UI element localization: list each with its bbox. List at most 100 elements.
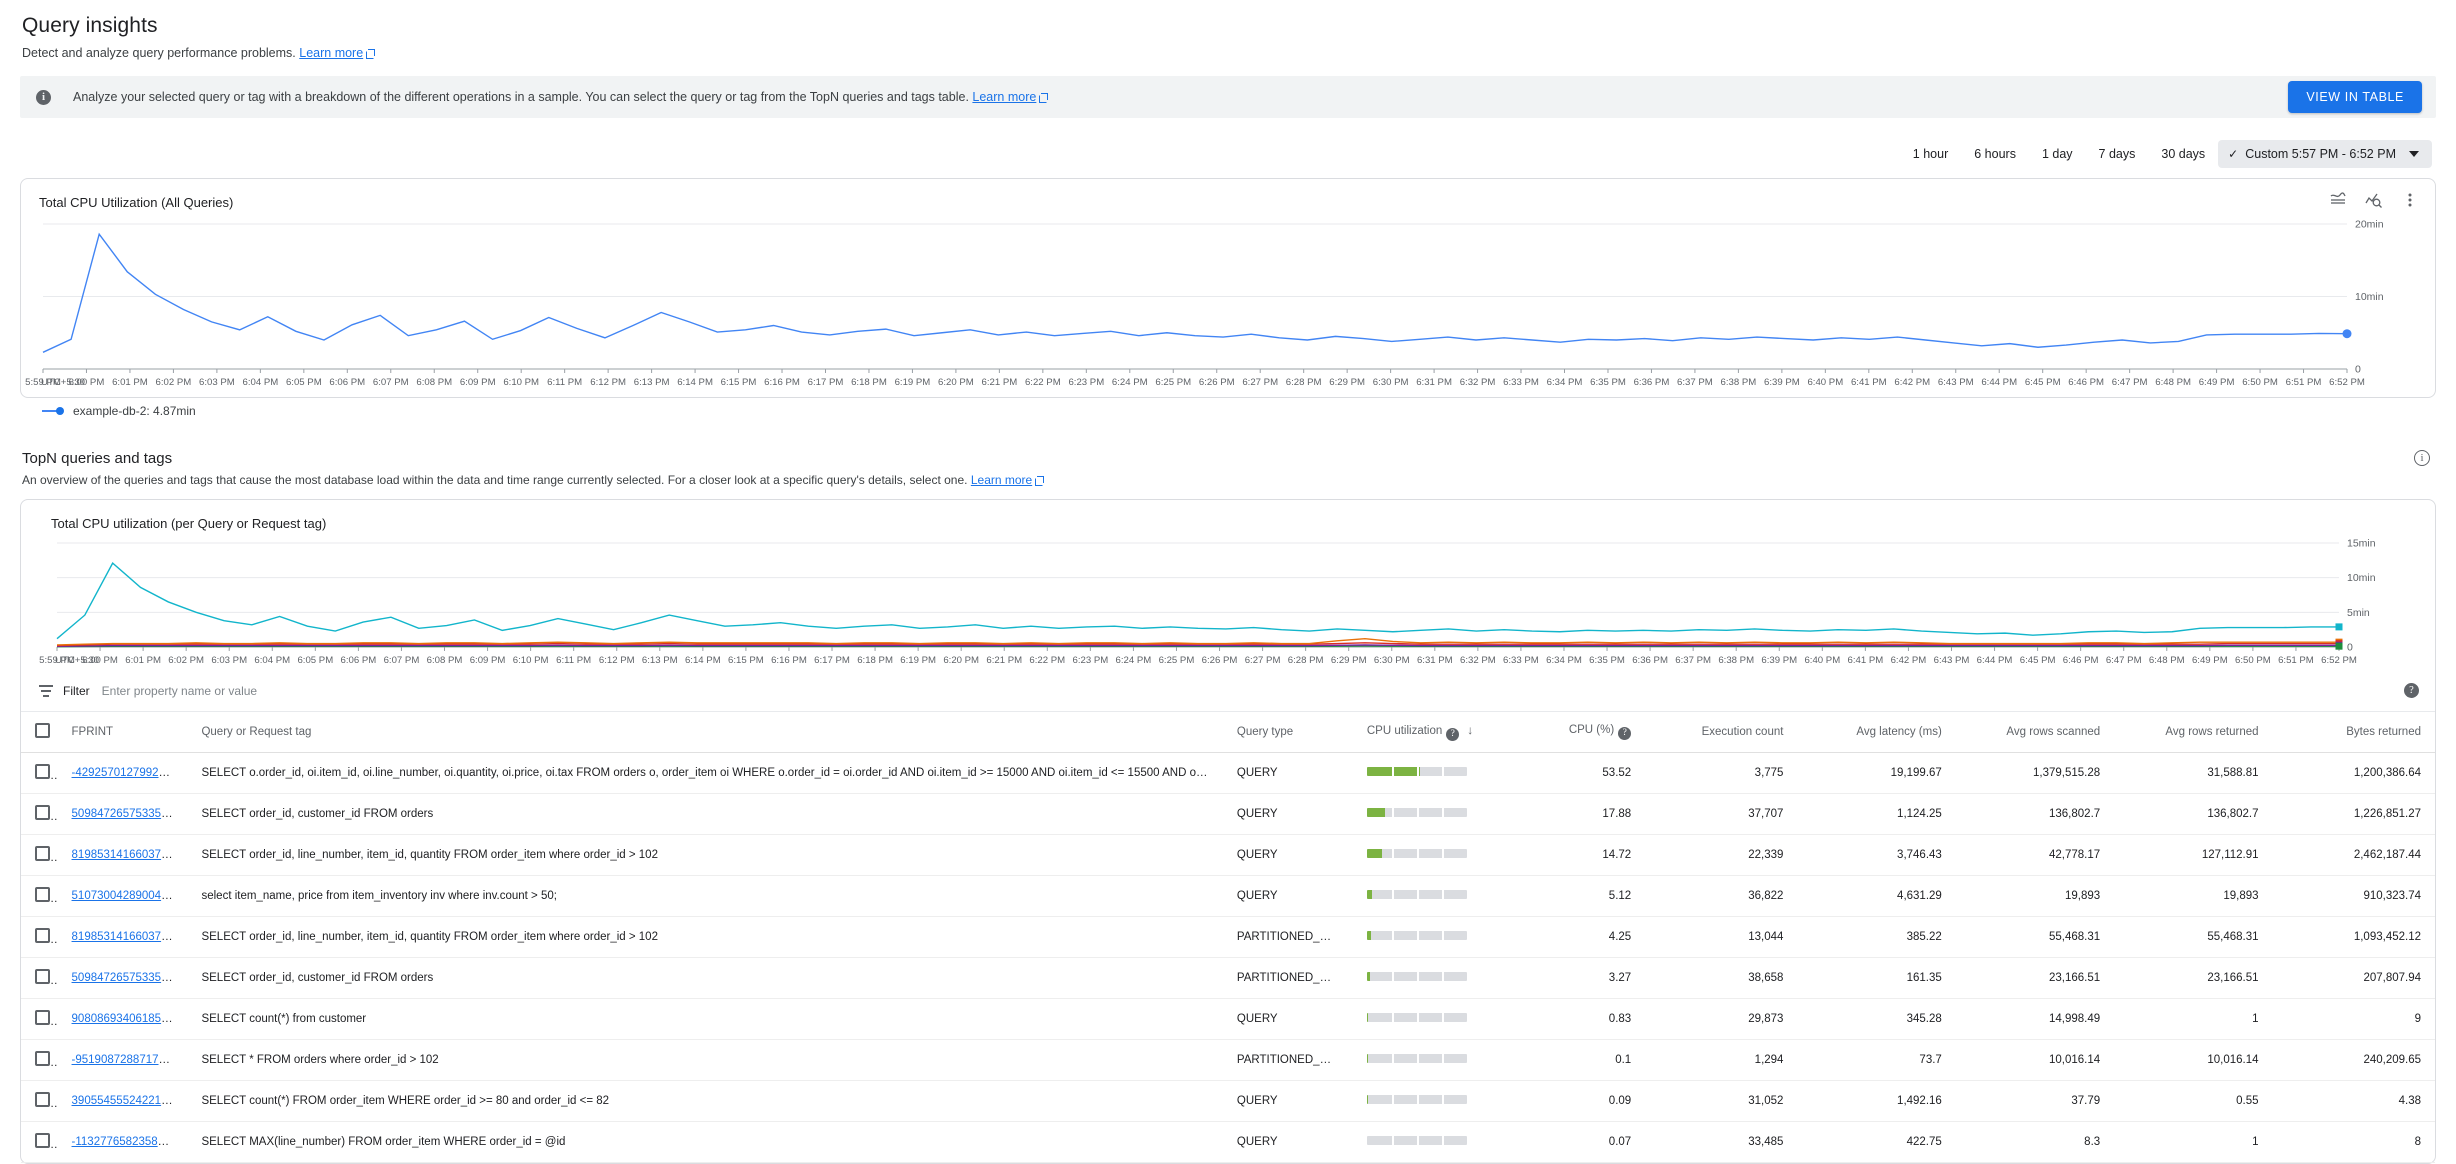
cell-fprint: -4292570127992091549 — [57, 752, 188, 794]
col-cpu-utilization[interactable]: CPU utilization? ↓ — [1352, 712, 1532, 753]
svg-text:6:31 PM: 6:31 PM — [1417, 655, 1453, 666]
filter-help-icon[interactable]: ? — [2404, 683, 2419, 698]
svg-text:6:49 PM: 6:49 PM — [2192, 655, 2228, 666]
cell-query-type: PARTITIONED_QUERY — [1222, 916, 1353, 958]
fprint-link[interactable]: 3905545552422189746 — [72, 1095, 188, 1107]
banner-learn-more-link[interactable]: Learn more — [972, 90, 1036, 104]
table-row[interactable]: 8198531416603786626 SELECT order_id, line… — [21, 916, 2435, 958]
svg-text:6:10 PM: 6:10 PM — [503, 377, 539, 388]
svg-text:6:50 PM: 6:50 PM — [2235, 655, 2271, 666]
filter-icon — [39, 685, 53, 697]
row-checkbox[interactable] — [35, 1133, 50, 1148]
page-title: Query insights — [22, 14, 158, 37]
row-checkbox[interactable] — [35, 764, 50, 779]
table-row[interactable]: 9080869340618588324 SELECT count(*) from … — [21, 998, 2435, 1040]
svg-text:6:28 PM: 6:28 PM — [1286, 377, 1322, 388]
time-range-1-day[interactable]: 1 day — [2029, 140, 2086, 168]
fprint-link[interactable]: 8198531416603786626 — [72, 849, 188, 861]
topn-subtitle-text: An overview of the queries and tags that… — [22, 473, 968, 487]
fprint-link[interactable]: 9080869340618588324 — [72, 1013, 188, 1025]
view-in-table-button[interactable]: VIEW IN TABLE — [2288, 81, 2422, 113]
svg-text:6:14 PM: 6:14 PM — [685, 655, 721, 666]
chart-style-icon[interactable] — [2327, 189, 2349, 211]
table-row[interactable]: 8198531416603786626 SELECT order_id, line… — [21, 834, 2435, 876]
col-avg-latency[interactable]: Avg latency (ms) — [1797, 712, 1956, 753]
fprint-link[interactable]: 5098472657533528601 — [72, 808, 188, 820]
cell-execution-count: 1,294 — [1645, 1039, 1798, 1081]
time-range-1-hour[interactable]: 1 hour — [1900, 140, 1961, 168]
cpu-utilization-bar — [1366, 1054, 1467, 1063]
table-row[interactable]: 3905545552422189746 SELECT count(*) FROM … — [21, 1080, 2435, 1122]
row-checkbox[interactable] — [35, 805, 50, 820]
topn-info-icon[interactable]: i — [2414, 450, 2430, 466]
time-range-7-days[interactable]: 7 days — [2086, 140, 2149, 168]
cell-query-type: QUERY — [1222, 875, 1353, 917]
col-cpu-pct[interactable]: CPU (%)? — [1531, 712, 1646, 753]
row-checkbox[interactable] — [35, 887, 50, 902]
fprint-link[interactable]: 5107300428900477939 — [72, 890, 188, 902]
cell-avg-rows-scanned: 42,778.17 — [1955, 834, 2115, 876]
row-select-cell — [21, 793, 58, 835]
svg-text:6:34 PM: 6:34 PM — [1546, 655, 1582, 666]
info-banner-message: Analyze your selected query or tag with … — [73, 90, 969, 104]
svg-text:6:17 PM: 6:17 PM — [814, 655, 850, 666]
fprint-link[interactable]: -1132776582358413417 — [72, 1136, 188, 1148]
svg-text:6:35 PM: 6:35 PM — [1589, 655, 1625, 666]
cell-avg-rows-scanned: 23,166.51 — [1955, 957, 2115, 999]
col-fprint[interactable]: FPRINT — [57, 712, 188, 753]
svg-text:6:09 PM: 6:09 PM — [470, 655, 506, 666]
time-range-30-days[interactable]: 30 days — [2148, 140, 2218, 168]
svg-text:6:35 PM: 6:35 PM — [1590, 377, 1626, 388]
help-icon[interactable]: ? — [1618, 727, 1632, 740]
table-row[interactable]: -4292570127992091549 SELECT o.order_id, o… — [21, 752, 2435, 794]
svg-text:6:12 PM: 6:12 PM — [599, 655, 635, 666]
row-checkbox[interactable] — [35, 1010, 50, 1025]
filter-input[interactable] — [99, 683, 2427, 699]
col-avg-rows-returned[interactable]: Avg rows returned — [2114, 712, 2273, 753]
svg-text:6:44 PM: 6:44 PM — [1977, 655, 2013, 666]
chart-zoom-icon[interactable] — [2363, 189, 2385, 211]
cell-cpu-bar — [1352, 998, 1532, 1040]
chart2-plot[interactable]: 0 5min 10min 15min 5:59 PM 6:00 PM 6:01 PM 6:02… — [21, 531, 2435, 671]
table-row[interactable]: 5107300428900477939 select item_name, pri… — [21, 875, 2435, 917]
svg-text:6:27 PM: 6:27 PM — [1245, 655, 1281, 666]
fprint-link[interactable]: -4292570127992091549 — [72, 767, 188, 779]
row-checkbox[interactable] — [35, 1092, 50, 1107]
row-checkbox[interactable] — [35, 1051, 50, 1066]
col-bytes-returned[interactable]: Bytes returned — [2272, 712, 2435, 753]
fprint-link[interactable]: 8198531416603786626 — [72, 931, 188, 943]
table-row[interactable]: 5098472657533528601 SELECT order_id, cust… — [21, 957, 2435, 999]
sort-desc-icon[interactable]: ↓ — [1467, 723, 1473, 737]
time-range-6-hours[interactable]: 6 hours — [1961, 140, 2029, 168]
svg-text:6:23 PM: 6:23 PM — [1072, 655, 1108, 666]
external-link-icon — [366, 49, 376, 59]
row-checkbox[interactable] — [35, 846, 50, 861]
table-row[interactable]: 5098472657533528601 SELECT order_id, cust… — [21, 793, 2435, 835]
help-icon[interactable]: ? — [1446, 728, 1460, 741]
cell-avg-latency: 19,199.67 — [1797, 752, 1956, 794]
col-execution-count[interactable]: Execution count — [1645, 712, 1798, 753]
svg-text:6:42 PM: 6:42 PM — [1891, 655, 1927, 666]
table-row[interactable]: -1132776582358413417 SELECT MAX(line_numb… — [21, 1121, 2435, 1163]
svg-text:6:38 PM: 6:38 PM — [1721, 377, 1757, 388]
fprint-link[interactable]: 5098472657533528601 — [72, 972, 188, 984]
cell-execution-count: 29,873 — [1645, 998, 1798, 1040]
more-options-icon[interactable] — [2399, 189, 2421, 211]
fprint-link[interactable]: -951908728871702374 — [72, 1054, 188, 1066]
col-query-type[interactable]: Query type — [1222, 712, 1353, 753]
cpu-utilization-bar — [1366, 849, 1467, 858]
svg-text:0: 0 — [2347, 642, 2353, 654]
topn-learn-more-link[interactable]: Learn more — [971, 473, 1032, 487]
col-query[interactable]: Query or Request tag — [187, 712, 1223, 753]
chart1-plot[interactable]: 0 10min 20min 5:59 PM 6:00 PM 6:01 PM 6:02 PM 6… — [21, 210, 2435, 395]
select-all-checkbox[interactable] — [35, 723, 50, 738]
table-row[interactable]: -951908728871702374 SELECT * FROM orders … — [21, 1039, 2435, 1081]
row-checkbox[interactable] — [35, 928, 50, 943]
time-range-custom[interactable]: ✓ Custom 5:57 PM - 6:52 PM — [2218, 140, 2432, 168]
cell-execution-count: 22,339 — [1645, 834, 1798, 876]
row-checkbox[interactable] — [35, 969, 50, 984]
col-avg-rows-scanned[interactable]: Avg rows scanned — [1955, 712, 2115, 753]
svg-text:10min: 10min — [2347, 572, 2376, 584]
svg-text:6:12 PM: 6:12 PM — [590, 377, 626, 388]
header-learn-more-link[interactable]: Learn more — [299, 46, 363, 60]
